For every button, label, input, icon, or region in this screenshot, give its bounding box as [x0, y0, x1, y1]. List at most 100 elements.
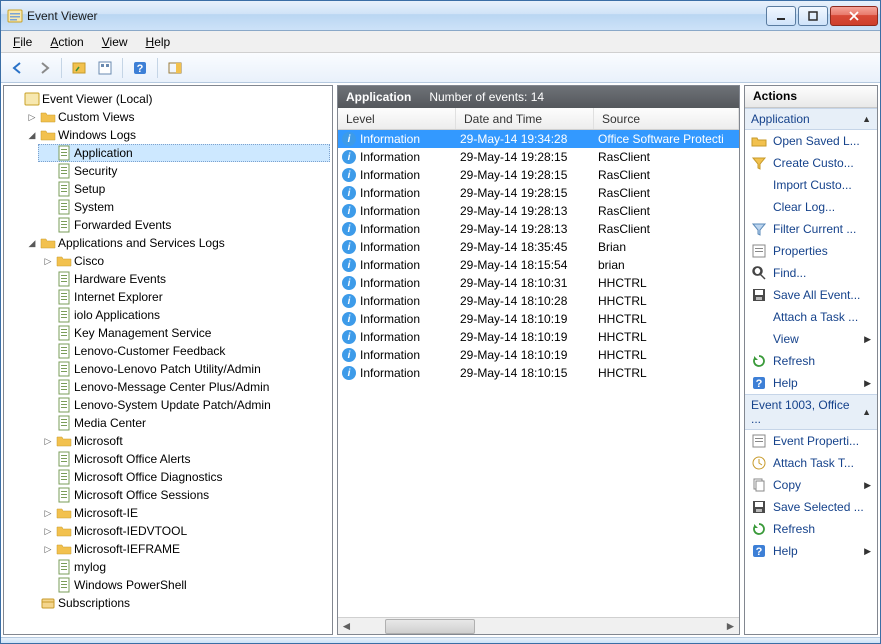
- action-item[interactable]: Copy ▶: [745, 474, 877, 496]
- event-row[interactable]: iInformation 29-May-14 18:10:19 HHCTRL: [338, 328, 739, 346]
- actions-section-application[interactable]: Application ▲: [745, 108, 877, 130]
- expander-icon[interactable]: ▷: [40, 433, 56, 449]
- expander-icon[interactable]: ◢: [24, 235, 40, 251]
- action-item[interactable]: Attach Task T...: [745, 452, 877, 474]
- tree-item-setup[interactable]: Setup: [38, 180, 330, 198]
- tree-item-system[interactable]: System: [38, 198, 330, 216]
- scroll-left-icon[interactable]: ◄: [338, 619, 355, 634]
- action-item[interactable]: Properties: [745, 240, 877, 262]
- tree-item[interactable]: Microsoft Office Sessions: [38, 486, 330, 504]
- tree-windows-logs[interactable]: ◢ Windows Logs: [22, 126, 330, 144]
- events-body[interactable]: iInformation 29-May-14 19:34:28 Office S…: [338, 130, 739, 617]
- event-row[interactable]: iInformation 29-May-14 18:10:19 HHCTRL: [338, 346, 739, 364]
- expander-icon[interactable]: [24, 595, 40, 611]
- event-row[interactable]: iInformation 29-May-14 19:28:15 RasClien…: [338, 148, 739, 166]
- expander-icon[interactable]: ▷: [40, 523, 56, 539]
- tree-subscriptions[interactable]: Subscriptions: [22, 594, 330, 612]
- tree-item[interactable]: Lenovo-Lenovo Patch Utility/Admin: [38, 360, 330, 378]
- action-item[interactable]: Clear Log...: [745, 196, 877, 218]
- action-item[interactable]: View ▶: [745, 328, 877, 350]
- tree-item[interactable]: Microsoft Office Diagnostics: [38, 468, 330, 486]
- close-button[interactable]: [830, 6, 878, 26]
- tree-item[interactable]: Windows PowerShell: [38, 576, 330, 594]
- expander-icon[interactable]: ▷: [24, 109, 40, 125]
- event-row[interactable]: iInformation 29-May-14 18:10:31 HHCTRL: [338, 274, 739, 292]
- expander-icon[interactable]: ▷: [40, 541, 56, 557]
- action-item[interactable]: Refresh: [745, 518, 877, 540]
- action-item[interactable]: Refresh: [745, 350, 877, 372]
- expander-icon[interactable]: [8, 91, 24, 107]
- show-tree-button[interactable]: [68, 57, 90, 79]
- col-source[interactable]: Source: [594, 108, 739, 129]
- tree-item[interactable]: ▷ Microsoft: [38, 432, 330, 450]
- scroll-thumb[interactable]: [385, 619, 475, 634]
- tree-item[interactable]: mylog: [38, 558, 330, 576]
- expander-icon[interactable]: ▷: [40, 505, 56, 521]
- forward-button[interactable]: [33, 57, 55, 79]
- tree-item[interactable]: Hardware Events: [38, 270, 330, 288]
- menu-action[interactable]: Action: [42, 33, 91, 51]
- tree-item[interactable]: Microsoft Office Alerts: [38, 450, 330, 468]
- title-bar[interactable]: Event Viewer: [1, 1, 880, 31]
- tree-item[interactable]: ▷ Microsoft-IEDVTOOL: [38, 522, 330, 540]
- tree-item[interactable]: ▷ Cisco: [38, 252, 330, 270]
- cell-date: 29-May-14 18:10:15: [456, 366, 594, 380]
- action-item[interactable]: Create Custo...: [745, 152, 877, 174]
- tree-item-application[interactable]: Application: [38, 144, 330, 162]
- event-row[interactable]: iInformation 29-May-14 18:10:19 HHCTRL: [338, 310, 739, 328]
- expander-icon[interactable]: ▷: [40, 253, 56, 269]
- event-row[interactable]: iInformation 29-May-14 18:35:45 Brian: [338, 238, 739, 256]
- event-row[interactable]: iInformation 29-May-14 19:34:28 Office S…: [338, 130, 739, 148]
- event-viewer-icon: [24, 91, 40, 107]
- event-row[interactable]: iInformation 29-May-14 19:28:15 RasClien…: [338, 166, 739, 184]
- event-row[interactable]: iInformation 29-May-14 18:10:15 HHCTRL: [338, 364, 739, 382]
- event-row[interactable]: iInformation 29-May-14 19:28:15 RasClien…: [338, 184, 739, 202]
- action-item[interactable]: ? Help ▶: [745, 372, 877, 394]
- tree-root[interactable]: Event Viewer (Local): [6, 90, 330, 108]
- col-date[interactable]: Date and Time: [456, 108, 594, 129]
- tree-item[interactable]: Lenovo-System Update Patch/Admin: [38, 396, 330, 414]
- tree-item[interactable]: ▷ Microsoft-IEFRAME: [38, 540, 330, 558]
- tree-item[interactable]: ▷ Microsoft-IE: [38, 504, 330, 522]
- minimize-button[interactable]: [766, 6, 796, 26]
- back-button[interactable]: [7, 57, 29, 79]
- menu-view[interactable]: View: [94, 33, 136, 51]
- help-button[interactable]: ?: [129, 57, 151, 79]
- tree-item[interactable]: iolo Applications: [38, 306, 330, 324]
- scroll-right-icon[interactable]: ►: [722, 619, 739, 634]
- action-item[interactable]: Find...: [745, 262, 877, 284]
- tree-apps-services-logs[interactable]: ◢ Applications and Services Logs: [22, 234, 330, 252]
- event-row[interactable]: iInformation 29-May-14 18:10:28 HHCTRL: [338, 292, 739, 310]
- event-row[interactable]: iInformation 29-May-14 19:28:13 RasClien…: [338, 202, 739, 220]
- event-row[interactable]: iInformation 29-May-14 19:28:13 RasClien…: [338, 220, 739, 238]
- action-item[interactable]: Attach a Task ...: [745, 306, 877, 328]
- maximize-button[interactable]: [798, 6, 828, 26]
- action-item[interactable]: ? Help ▶: [745, 540, 877, 562]
- actions-section-event[interactable]: Event 1003, Office ... ▲: [745, 394, 877, 430]
- tree-item[interactable]: Lenovo-Customer Feedback: [38, 342, 330, 360]
- action-item[interactable]: Event Properti...: [745, 430, 877, 452]
- expander-icon[interactable]: ◢: [24, 127, 40, 143]
- action-pane-button[interactable]: [164, 57, 186, 79]
- collapse-icon[interactable]: ▲: [862, 114, 871, 124]
- properties-button[interactable]: [94, 57, 116, 79]
- tree-item[interactable]: Lenovo-Message Center Plus/Admin: [38, 378, 330, 396]
- event-row[interactable]: iInformation 29-May-14 18:15:54 brian: [338, 256, 739, 274]
- menu-file[interactable]: File: [5, 33, 40, 51]
- action-item[interactable]: Save All Event...: [745, 284, 877, 306]
- horizontal-scrollbar[interactable]: ◄ ►: [338, 617, 739, 634]
- col-level[interactable]: Level: [338, 108, 456, 129]
- tree-custom-views[interactable]: ▷ Custom Views: [22, 108, 330, 126]
- action-item[interactable]: Import Custo...: [745, 174, 877, 196]
- action-item[interactable]: Open Saved L...: [745, 130, 877, 152]
- tree-item-forwarded events[interactable]: Forwarded Events: [38, 216, 330, 234]
- collapse-icon[interactable]: ▲: [862, 407, 871, 417]
- menu-help[interactable]: Help: [138, 33, 179, 51]
- tree-item[interactable]: Media Center: [38, 414, 330, 432]
- tree-item[interactable]: Internet Explorer: [38, 288, 330, 306]
- tree-item[interactable]: Key Management Service: [38, 324, 330, 342]
- tree-panel[interactable]: Event Viewer (Local) ▷ Custom Views: [3, 85, 333, 635]
- tree-item-security[interactable]: Security: [38, 162, 330, 180]
- action-item[interactable]: Filter Current ...: [745, 218, 877, 240]
- action-item[interactable]: Save Selected ...: [745, 496, 877, 518]
